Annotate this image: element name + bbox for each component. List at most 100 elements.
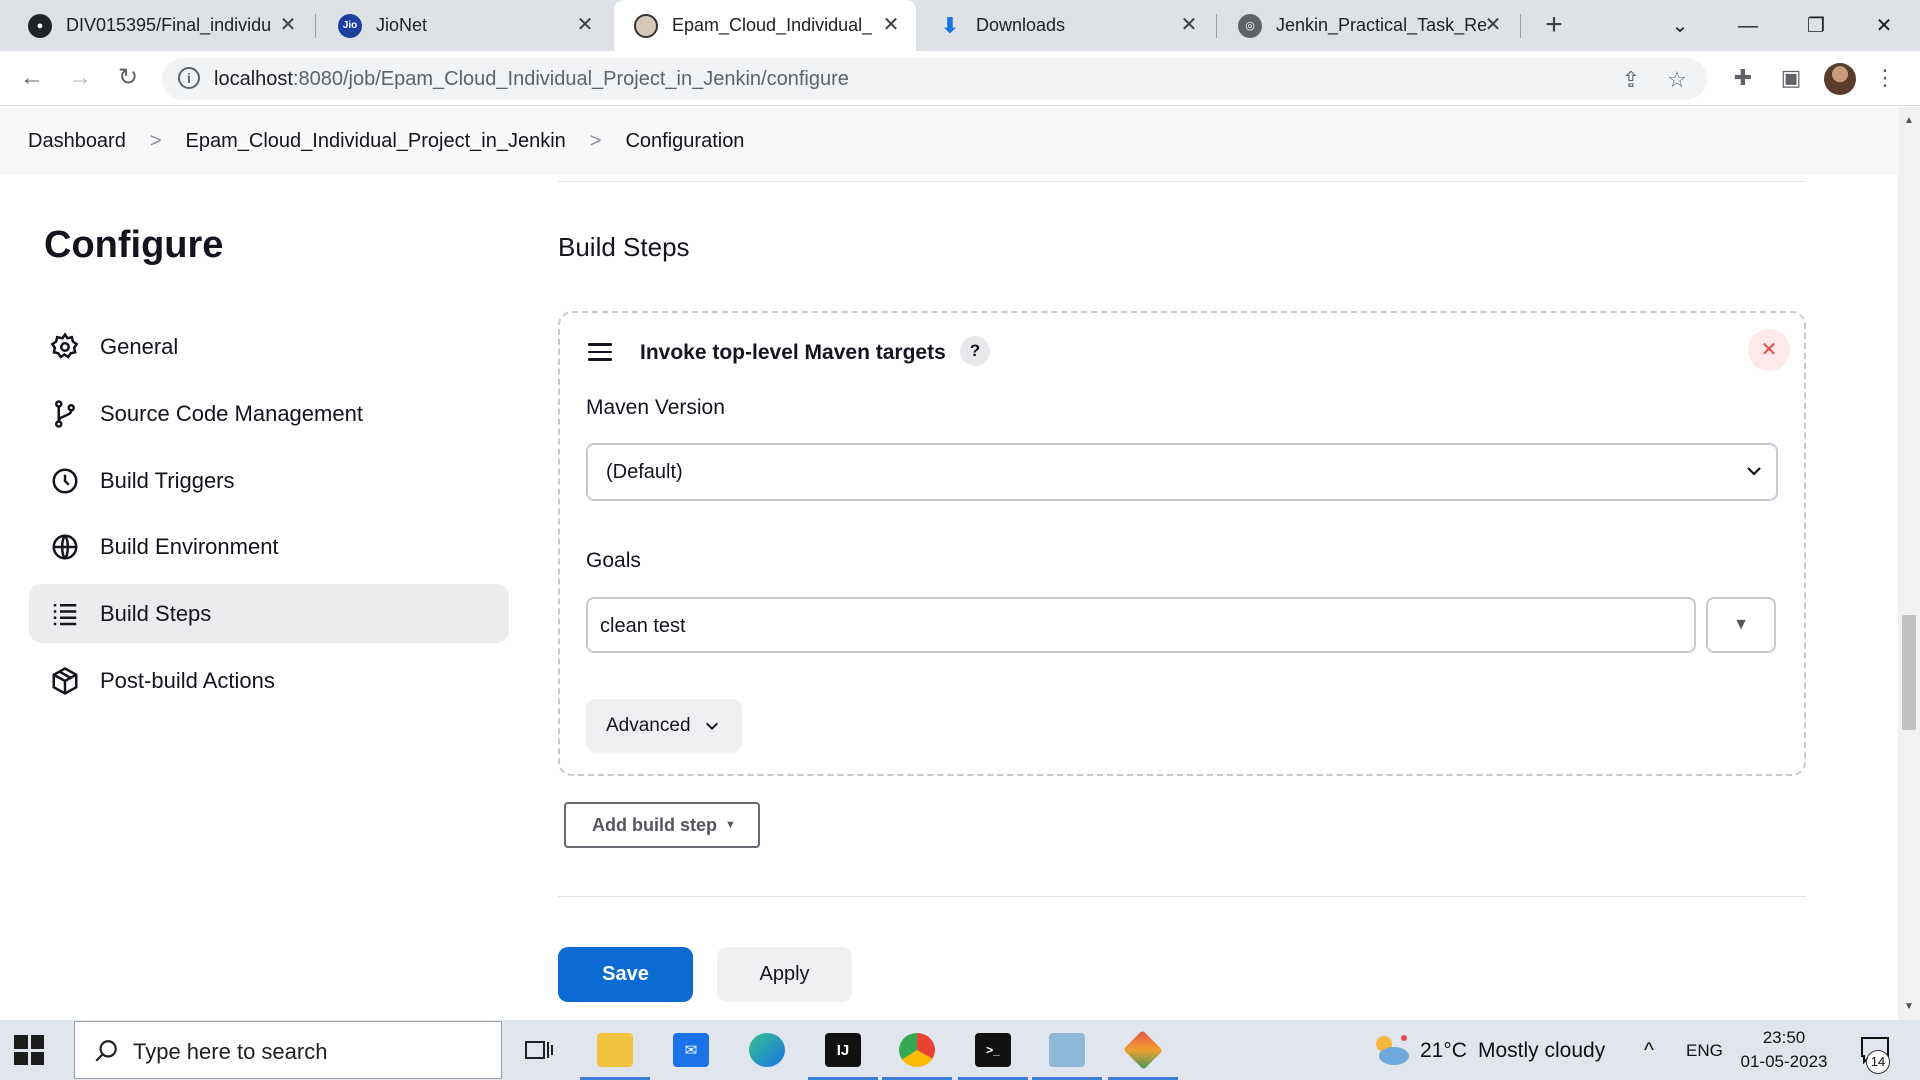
breadcrumb-configuration[interactable]: Configuration [625, 130, 744, 153]
jenkins-icon [634, 13, 658, 38]
scroll-down-icon[interactable]: ▼ [1903, 1001, 1915, 1013]
browser-tab-downloads[interactable]: ⬇ Downloads ✕ [918, 0, 1214, 51]
scrollbar-thumb[interactable] [1902, 615, 1916, 730]
share-icon[interactable]: ⇪ [1616, 65, 1646, 95]
taskbar-clock[interactable]: 23:50 01-05-2023 [1734, 1026, 1834, 1074]
sidebar-item-label: General [100, 333, 179, 359]
globe-icon [49, 531, 81, 563]
browser-tab-jenkins-active[interactable]: Epam_Cloud_Individual_P ✕ [614, 0, 916, 51]
maven-version-label: Maven Version [586, 396, 725, 419]
section-title: Build Steps [558, 232, 690, 262]
search-placeholder: Type here to search [133, 1039, 328, 1064]
task-view-icon[interactable] [516, 1028, 562, 1072]
maven-version-select[interactable]: (Default) [586, 443, 1778, 501]
tab-separator [1520, 14, 1521, 38]
clock-time: 23:50 [1762, 1028, 1806, 1047]
save-button[interactable]: Save [558, 947, 693, 1002]
close-icon[interactable]: ✕ [277, 14, 299, 36]
browser-tab-strip: ● DIV015395/Final_individu ✕ Jio JioNet … [0, 0, 1920, 51]
extensions-icon[interactable]: ✚ [1728, 63, 1758, 93]
advanced-button[interactable]: Advanced [586, 699, 742, 753]
chrome-icon[interactable] [882, 1028, 952, 1080]
forward-icon[interactable]: → [62, 60, 98, 96]
language-indicator[interactable]: ENG [1686, 1041, 1723, 1061]
help-icon[interactable]: ? [960, 336, 990, 366]
tab-title: Epam_Cloud_Individual_P [672, 15, 872, 35]
sidebar-item-label: Build Steps [100, 600, 212, 626]
gear-icon [49, 331, 81, 363]
github-icon: ● [28, 13, 52, 38]
git-gui-icon[interactable] [1108, 1028, 1178, 1080]
sidebar-item-build-environment[interactable]: Build Environment [29, 517, 509, 576]
restore-icon[interactable]: ❐ [1796, 6, 1836, 46]
chevron-down-icon [705, 722, 718, 730]
bookmark-star-icon[interactable]: ☆ [1662, 65, 1692, 95]
branch-icon [49, 398, 81, 430]
sidebar-item-build-steps[interactable]: Build Steps [29, 584, 509, 643]
expand-goals-button[interactable]: ▼ [1706, 597, 1776, 653]
new-tab-button[interactable]: + [1536, 8, 1572, 44]
package-icon [49, 665, 81, 697]
mail-icon[interactable]: ✉ [668, 1028, 714, 1072]
list-icon [49, 598, 81, 630]
url-host: localhost [214, 68, 293, 90]
close-icon[interactable]: ✕ [1482, 14, 1504, 36]
breadcrumb-dashboard[interactable]: Dashboard [28, 130, 126, 153]
intellij-label: IJ [825, 1033, 861, 1067]
goals-label: Goals [586, 549, 641, 572]
taskbar-search-box[interactable]: Type here to search [74, 1021, 502, 1079]
intellij-icon[interactable]: IJ [808, 1028, 878, 1080]
page-scrollbar[interactable]: ▲ ▼ [1898, 107, 1920, 1020]
drag-handle-icon[interactable] [588, 343, 612, 363]
side-panel-icon[interactable]: ▣ [1776, 63, 1806, 93]
site-info-icon[interactable]: i [178, 67, 200, 89]
sidebar-item-general[interactable]: General [29, 317, 509, 376]
menu-icon[interactable]: ⋮ [1870, 63, 1900, 93]
sidebar-item-label: Post-build Actions [100, 667, 275, 693]
edge-icon[interactable] [744, 1028, 790, 1072]
file-explorer-icon[interactable] [580, 1028, 650, 1080]
breadcrumb-separator: > [589, 129, 602, 152]
tab-title: JioNet [376, 15, 428, 35]
add-build-step-button[interactable]: Add build step ▼ [564, 802, 760, 848]
reload-icon[interactable]: ↻ [110, 60, 146, 96]
sidebar-item-source-code-management[interactable]: Source Code Management [29, 384, 509, 443]
address-bar[interactable]: i localhost:8080/job/Epam_Cloud_Individu… [162, 58, 1707, 100]
minimize-icon[interactable]: — [1728, 6, 1768, 46]
jio-icon: Jio [338, 13, 362, 38]
tray-chevron-up-icon[interactable]: ^ [1644, 1039, 1654, 1063]
scroll-up-icon[interactable]: ▲ [1903, 115, 1915, 127]
delete-step-button[interactable]: ✕ [1748, 329, 1790, 371]
tab-search-icon[interactable]: ⌄ [1660, 6, 1700, 46]
browser-tab-jenkin-practical[interactable]: ◎ Jenkin_Practical_Task_Rep ✕ [1218, 0, 1518, 51]
close-icon[interactable]: ✕ [574, 14, 596, 36]
profile-avatar[interactable] [1824, 63, 1856, 95]
sidebar-item-build-triggers[interactable]: Build Triggers [29, 451, 509, 510]
windows-taskbar: Type here to search ✉ IJ >_ 21°C Mostly … [0, 1020, 1920, 1080]
add-build-step-label: Add build step [592, 814, 717, 835]
tab-separator [1216, 14, 1217, 38]
weather-temperature[interactable]: 21°C [1420, 1039, 1467, 1063]
breadcrumb-separator: > [149, 129, 162, 152]
close-icon[interactable]: ✕ [880, 14, 902, 36]
goals-input[interactable]: clean test [586, 597, 1696, 653]
window-close-icon[interactable]: ✕ [1864, 6, 1904, 46]
browser-tab-github[interactable]: ● DIV015395/Final_individu ✕ [8, 0, 313, 51]
breadcrumb-project[interactable]: Epam_Cloud_Individual_Project_in_Jenkin [186, 130, 566, 153]
terminal-icon[interactable]: >_ [958, 1028, 1028, 1080]
goals-value: clean test [600, 615, 686, 637]
browser-tab-jionet[interactable]: Jio JioNet ✕ [318, 0, 610, 51]
weather-description[interactable]: Mostly cloudy [1478, 1039, 1605, 1063]
url-text[interactable]: localhost:8080/job/Epam_Cloud_Individual… [214, 68, 849, 91]
sidebar-item-post-build-actions[interactable]: Post-build Actions [29, 651, 509, 710]
search-icon [95, 1040, 117, 1062]
windows-start-icon[interactable] [14, 1035, 44, 1065]
close-icon[interactable]: ✕ [1178, 14, 1200, 36]
weather-cloudy-icon [1376, 1035, 1409, 1065]
apply-button[interactable]: Apply [717, 947, 852, 1002]
download-icon: ⬇ [940, 12, 960, 38]
build-step-title: Invoke top-level Maven targets [640, 341, 946, 364]
notepad-icon[interactable] [1032, 1028, 1102, 1080]
back-icon[interactable]: ← [14, 60, 50, 96]
breadcrumb: Dashboard > Epam_Cloud_Individual_Projec… [0, 107, 1898, 175]
